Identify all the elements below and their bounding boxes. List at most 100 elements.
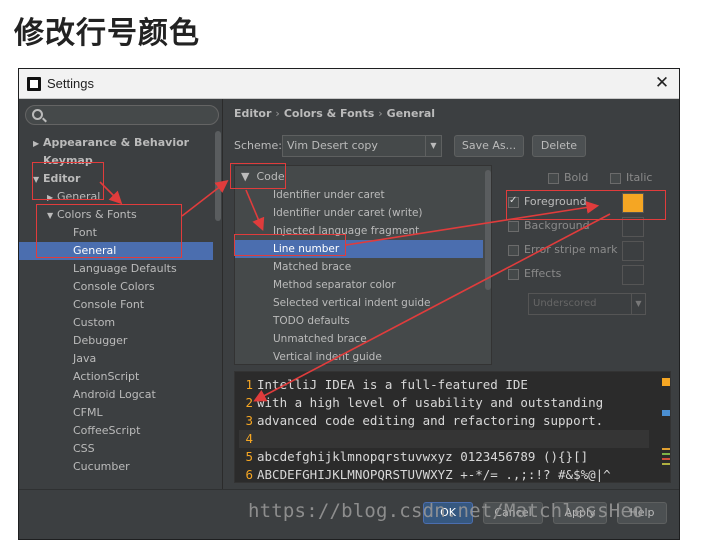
element-identifier-under-caret-write[interactable]: Identifier under caret (write) <box>235 204 483 222</box>
breadcrumb-separator: › <box>275 107 280 120</box>
close-icon[interactable]: ✕ <box>651 72 673 94</box>
search-icon <box>32 109 43 120</box>
delete-button[interactable]: Delete <box>532 135 586 157</box>
preview-line: 5 abcdefghijklmnopqrstuvwxyz 0123456789 (… <box>239 448 649 466</box>
tree-item-label: Custom <box>73 316 116 329</box>
annotation-box-editor <box>32 162 104 200</box>
stripe-mark <box>662 458 670 460</box>
tree-item-css[interactable]: CSS <box>19 440 213 458</box>
bold-checkbox[interactable] <box>548 173 559 184</box>
scheme-select[interactable]: Vim Desert copy ▼ <box>282 135 442 157</box>
preview-line: 2 with a high level of usability and outs… <box>239 394 649 412</box>
tree-item-label: Console Font <box>73 298 145 311</box>
breadcrumb-colors-fonts: Colors & Fonts <box>283 107 375 120</box>
line-number: 3 <box>245 413 253 428</box>
dropdown-arrow-icon[interactable]: ▼ <box>631 294 645 314</box>
tree-item-label: CFML <box>73 406 103 419</box>
line-number: 1 <box>245 377 253 392</box>
settings-search-input[interactable] <box>25 105 219 125</box>
color-preview-editor[interactable]: 1 IntelliJ IDEA is a full-featured IDE 2w… <box>234 371 671 483</box>
stripe-mark <box>662 463 670 465</box>
tree-item-cucumber[interactable]: Cucumber <box>19 458 213 476</box>
effects-label: Effects <box>524 267 562 280</box>
tree-item-label: Cucumber <box>73 460 130 473</box>
annotation-box-colors-fonts <box>36 204 182 258</box>
effects-color-swatch[interactable] <box>622 265 644 285</box>
element-selected-vertical-indent-guide[interactable]: Selected vertical indent guide <box>235 294 483 312</box>
line-number: 4 <box>245 431 253 446</box>
tree-item-coffeescript[interactable]: CoffeeScript <box>19 422 213 440</box>
error-stripe-checkbox[interactable] <box>508 245 519 256</box>
preview-line: 1 IntelliJ IDEA is a full-featured IDE <box>239 376 649 394</box>
intellij-app-icon <box>27 77 41 91</box>
element-unmatched-brace[interactable]: Unmatched brace <box>235 330 483 348</box>
background-label: Background <box>524 219 590 232</box>
stripe-mark <box>662 448 670 450</box>
line-text: IntelliJ IDEA is a full-featured IDE <box>257 377 528 392</box>
colors-fonts-panel: Editor › Colors & Fonts › General Scheme: Vi… <box>224 99 679 539</box>
tree-scrollbar[interactable] <box>215 131 221 221</box>
preview-line: 3 advanced code editing and refactoring s… <box>239 412 649 430</box>
tree-item-label: Debugger <box>73 334 128 347</box>
italic-checkbox[interactable] <box>610 173 621 184</box>
tree-item-console-colors[interactable]: Console Colors <box>19 278 213 296</box>
save-as-button[interactable]: Save As... <box>454 135 524 157</box>
line-number: 5 <box>245 449 253 464</box>
background-checkbox[interactable] <box>508 221 519 232</box>
annotation-box-line-number <box>234 234 346 256</box>
tree-item-language-defaults[interactable]: Language Defaults <box>19 260 213 278</box>
effects-type-select[interactable]: Underscored ▼ <box>528 293 646 315</box>
stripe-mark <box>662 453 670 455</box>
line-text: with a high level of usability and outst… <box>257 395 604 410</box>
tree-item-label: Console Colors <box>73 280 155 293</box>
article-heading: 修改行号颜色 <box>14 16 200 51</box>
breadcrumb-separator: › <box>378 107 383 120</box>
settings-window: Settings ✕ ▶ Appearance & Behavior Keymap… <box>18 68 680 540</box>
dropdown-arrow-icon[interactable]: ▼ <box>425 136 441 156</box>
stripe-mark <box>662 378 670 386</box>
tree-item-console-font[interactable]: Console Font <box>19 296 213 314</box>
line-text: ABCDEFGHIJKLMNOPQRSTUVWXYZ +-*/= .,;:!? … <box>257 467 611 482</box>
annotation-box-code <box>230 163 286 189</box>
annotation-box-foreground <box>506 190 666 220</box>
tree-item-label: Language Defaults <box>73 262 177 275</box>
tree-item-appearance-behavior[interactable]: ▶ Appearance & Behavior <box>19 134 213 152</box>
element-matched-brace[interactable]: Matched brace <box>235 258 483 276</box>
effects-checkbox[interactable] <box>508 269 519 280</box>
tree-item-label: Java <box>73 352 97 365</box>
tree-item-label: ActionScript <box>73 370 140 383</box>
preview-line-current: 4 <box>239 430 649 448</box>
tree-item-android-logcat[interactable]: Android Logcat <box>19 386 213 404</box>
bold-label: Bold <box>564 171 589 184</box>
line-text: abcdefghijklmnopqrstuvwxyz 0123456789 ()… <box>257 449 589 464</box>
element-todo-defaults[interactable]: TODO defaults <box>235 312 483 330</box>
element-method-separator-color[interactable]: Method separator color <box>235 276 483 294</box>
color-element-tree: ▼ Code Identifier under caret Identifier… <box>234 165 492 365</box>
stripe-mark <box>662 410 670 416</box>
italic-label: Italic <box>626 171 653 184</box>
error-stripe-marks <box>661 372 670 482</box>
title-bar: Settings ✕ <box>19 69 679 99</box>
error-stripe-color-swatch[interactable] <box>622 241 644 261</box>
breadcrumb-editor: Editor <box>234 107 272 120</box>
tree-item-java[interactable]: Java <box>19 350 213 368</box>
tree-item-custom[interactable]: Custom <box>19 314 213 332</box>
tree-item-label: Appearance & Behavior <box>43 136 190 149</box>
tree-item-actionscript[interactable]: ActionScript <box>19 368 213 386</box>
element-vertical-indent-guide[interactable]: Vertical indent guide <box>235 348 483 364</box>
tree-item-label: Android Logcat <box>73 388 156 401</box>
line-number: 2 <box>245 395 253 410</box>
tree-item-label: CSS <box>73 442 95 455</box>
background-color-swatch[interactable] <box>622 217 644 237</box>
error-stripe-label: Error stripe mark <box>524 243 618 256</box>
scheme-label: Scheme: <box>234 139 282 152</box>
effects-type-value: Underscored <box>533 298 597 309</box>
element-tree-scrollbar[interactable] <box>485 170 491 290</box>
chevron-right-icon[interactable]: ▶ <box>33 135 43 153</box>
watermark: https://blog.csdn.net/MatchlessHeo <box>248 500 644 522</box>
line-number: 6 <box>245 467 253 482</box>
tree-item-debugger[interactable]: Debugger <box>19 332 213 350</box>
preview-line: 6 ABCDEFGHIJKLMNOPQRSTUVWXYZ +-*/= .,;:!?… <box>239 466 649 482</box>
tree-item-cfml[interactable]: CFML <box>19 404 213 422</box>
breadcrumb-general: General <box>386 107 436 120</box>
